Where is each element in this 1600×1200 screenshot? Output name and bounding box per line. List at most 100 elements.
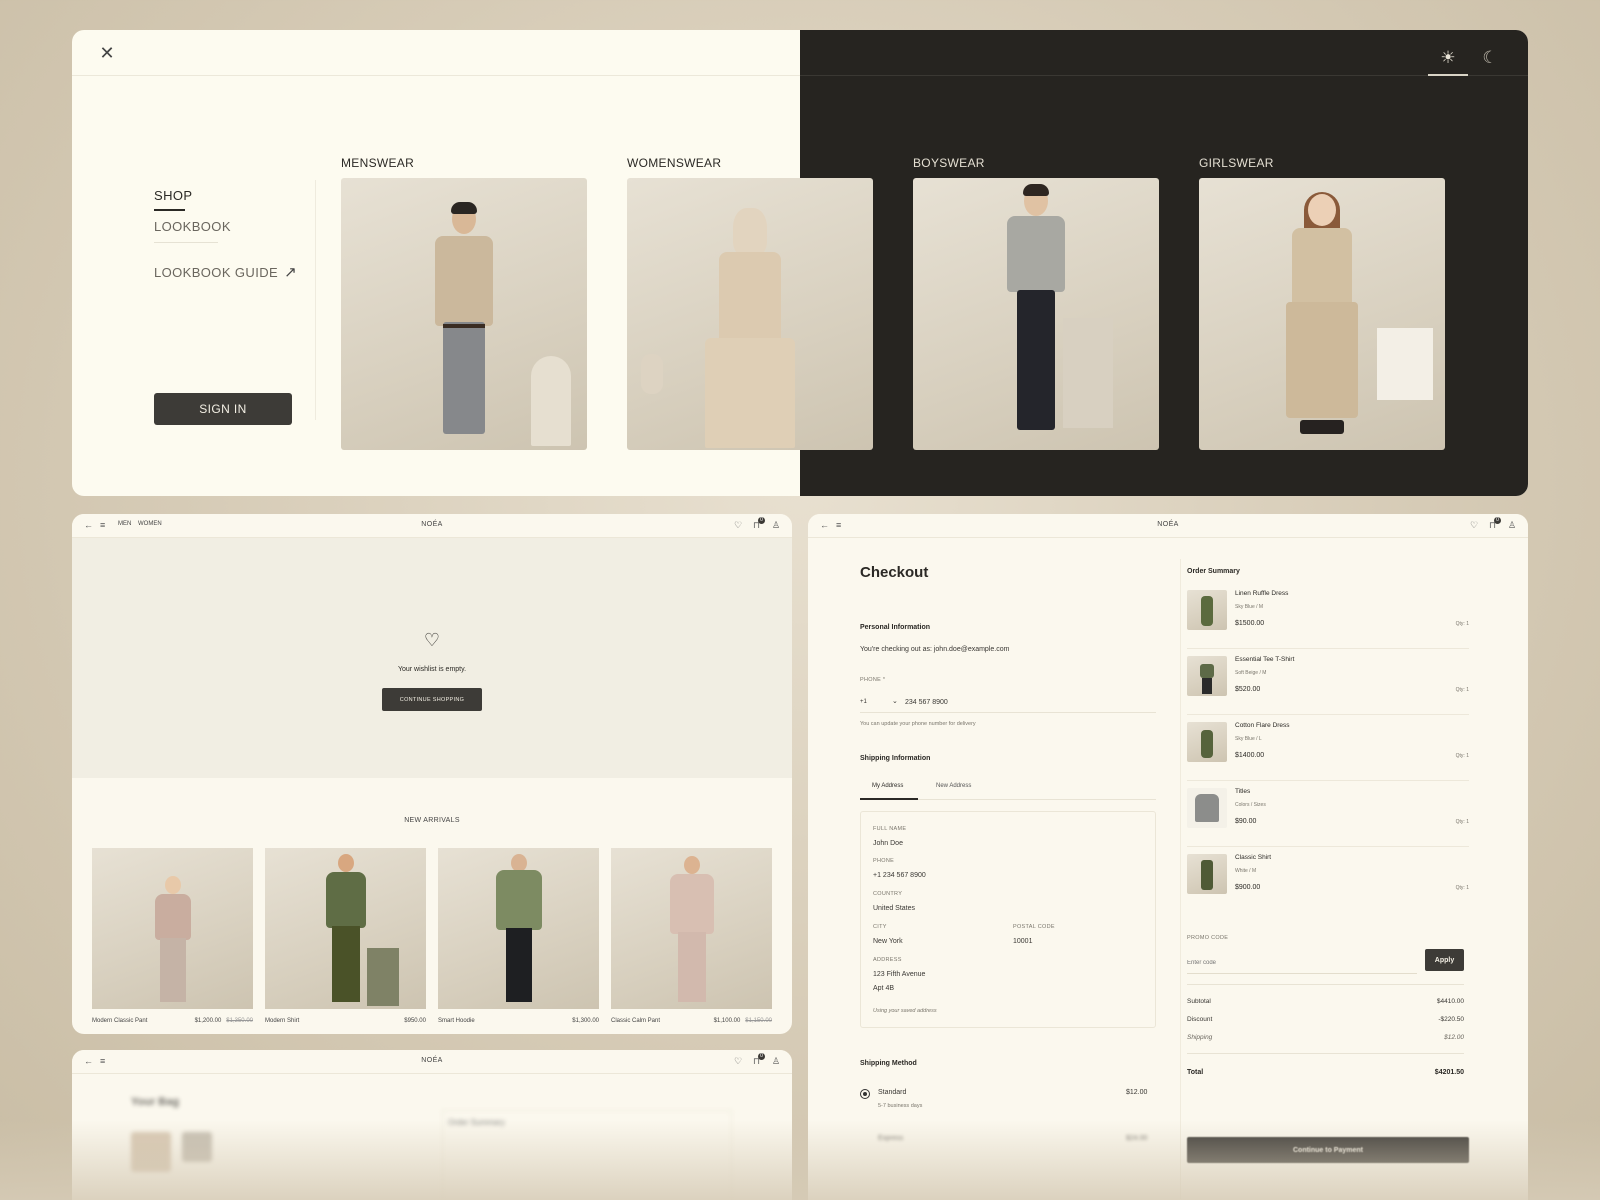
category-boyswear[interactable]: BOYSWEAR [913,156,1159,450]
continue-shopping-button[interactable]: CONTINUE SHOPPING [382,688,482,711]
bag-item-thumb [131,1132,171,1172]
shipping-info-heading: Shipping Information [860,755,931,762]
address-line-2: Apt 4B [873,985,895,992]
brand-logo[interactable]: NOÉA [1157,521,1178,528]
wishlist-empty-state: ♡ Your wishlist is empty. CONTINUE SHOPP… [72,538,792,778]
heart-icon[interactable]: ♡ [1470,520,1478,531]
nav-divider [154,242,218,243]
category-girlswear[interactable]: GIRLSWEAR [1199,156,1445,450]
phone-input[interactable]: 234 567 8900 [905,699,948,706]
nav-lookbook[interactable]: LOOKBOOK [154,219,297,234]
category-womenswear[interactable]: WOMENSWEAR [627,156,873,450]
shipping-standard-radio[interactable] [860,1089,870,1099]
category-menswear[interactable]: MENSWEAR [341,156,587,450]
menswear-image[interactable] [341,178,587,450]
country-code-select[interactable]: +1 [860,699,867,705]
product-image[interactable] [92,848,253,1009]
back-arrow-icon[interactable]: ← [84,520,93,530]
continue-to-payment-button[interactable]: Continue to Payment [1187,1137,1469,1163]
order-summary: Order Summary Linen Ruffle Dress Sky Blu… [1180,559,1476,1199]
chevron-down-icon[interactable]: ⌄ [892,697,898,705]
subtotal-row: Subtotal $4410.00 [1187,998,1464,1005]
user-icon[interactable]: ♙ [772,520,780,531]
vertical-divider [315,180,316,420]
model-figure [429,202,499,450]
item-thumbnail [1187,854,1227,894]
sign-in-button[interactable]: SIGN IN [154,393,292,425]
back-arrow-icon[interactable]: ← [820,520,829,530]
checkout-panel: ← ≡ NOÉA ♡ ⊓ 0 ♙ Checkout Personal Infor… [808,514,1528,1200]
city-value: New York [873,938,903,945]
nav-lookbook-guide[interactable]: LOOKBOOK GUIDE ↗ [154,263,297,281]
personal-info-heading: Personal Information [860,624,931,631]
menu-icon[interactable]: ≡ [836,520,841,530]
arrow-up-right-icon: ↗ [284,264,298,281]
product-card[interactable]: Smart Hoodie $1,300.00 [438,848,599,1034]
header-divider [72,75,800,76]
phone-label: PHONE * [860,677,886,683]
nav-shop[interactable]: SHOP [154,188,297,203]
shipping-express-name: Express [878,1135,904,1142]
product-info: Modern Shirt $950.00 [265,1018,426,1034]
total-divider [1187,1053,1464,1054]
menu-icon[interactable]: ≡ [100,1056,105,1066]
womenswear-image[interactable] [627,178,873,450]
apply-promo-button[interactable]: Apply [1425,949,1464,971]
item-thumbnail [1187,722,1227,762]
shipping-express-option[interactable]: Express $24.00 [860,1129,1156,1159]
item-name: Titles [1235,788,1251,795]
summary-item: Titles Colors / Sizes $90.00 Qty: 1 [1187,782,1469,847]
item-variant: Sky Blue / L [1235,736,1262,742]
user-icon[interactable]: ♙ [772,1056,780,1067]
nav-link-men[interactable]: MEN [118,521,131,527]
phone-value: +1 234 567 8900 [873,872,926,879]
category-label: MENSWEAR [341,156,415,170]
product-info: Smart Hoodie $1,300.00 [438,1018,599,1034]
summary-item: Classic Shirt White / M $900.00 Qty: 1 [1187,848,1469,904]
product-image[interactable] [611,848,772,1009]
full-name-value: John Doe [873,840,903,847]
item-name: Cotton Flare Dress [1235,722,1290,729]
wishlist-panel: ← ≡ MEN WOMEN NOÉA ♡ ⊓ 0 ♙ ♡ Your wishli… [72,514,792,1034]
menu-icon[interactable]: ≡ [100,520,105,530]
moon-icon[interactable]: ☾ [1470,44,1510,76]
item-name: Essential Tee T-Shirt [1235,656,1295,663]
saved-address-card[interactable]: FULL NAME John Doe PHONE +1 234 567 8900… [860,811,1156,1028]
heart-icon[interactable]: ♡ [734,1056,742,1067]
model-figure [1282,192,1362,444]
brand-logo[interactable]: NOÉA [421,521,442,528]
shipping-row: Shipping $12.00 [1187,1034,1464,1041]
product-card[interactable]: Modern Shirt $950.00 [265,848,426,1034]
category-label: WOMENSWEAR [627,156,722,170]
product-card[interactable]: Classic Calm Pant $1,100.00 $1,150.00 [611,848,772,1034]
back-arrow-icon[interactable]: ← [84,1056,93,1066]
summary-item: Essential Tee T-Shirt Soft Beige / M $52… [1187,650,1469,715]
sun-icon[interactable]: ☀ [1428,44,1468,76]
heart-icon[interactable]: ♡ [734,520,742,531]
nav-link-women[interactable]: WOMEN [138,521,162,527]
bag-content-blurred: Your Bag Order Summary [72,1074,792,1200]
tab-new-address[interactable]: New Address [936,783,971,789]
close-icon[interactable]: ✕ [96,42,118,64]
item-variant: Soft Beige / M [1235,670,1267,676]
total-row: Total $4201.50 [1187,1069,1464,1076]
promo-code-input[interactable] [1187,952,1417,974]
brand-logo[interactable]: NOÉA [421,1057,442,1064]
promo-code-label: PROMO CODE [1187,935,1229,941]
product-image[interactable] [438,848,599,1009]
shipping-standard-name: Standard [878,1089,907,1096]
tab-my-address[interactable]: My Address [872,783,903,789]
product-name: Modern Shirt [265,1018,300,1024]
side-navigation: SHOP LOOKBOOK LOOKBOOK GUIDE ↗ [154,188,297,281]
model-figure [1001,184,1071,444]
product-image[interactable] [265,848,426,1009]
subtotal-label: Subtotal [1187,998,1211,1005]
totals-divider [1187,984,1464,985]
user-icon[interactable]: ♙ [1508,520,1516,531]
item-price: $900.00 [1235,884,1261,891]
product-price-group: $1,200.00 $1,350.00 [195,1018,253,1024]
product-name: Smart Hoodie [438,1018,475,1024]
girlswear-image[interactable] [1199,178,1445,450]
boyswear-image[interactable] [913,178,1159,450]
product-card[interactable]: Modern Classic Pant $1,200.00 $1,350.00 [92,848,253,1034]
